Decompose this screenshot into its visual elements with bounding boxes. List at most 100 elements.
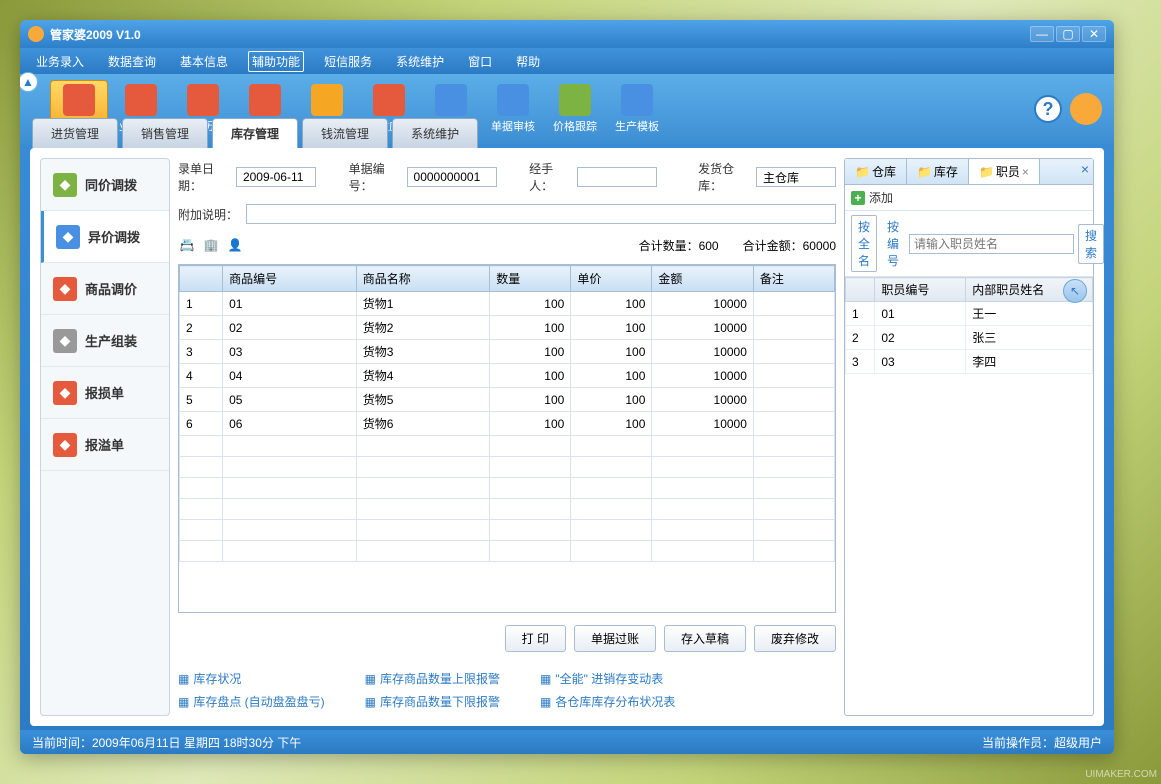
menu-item[interactable]: 系统维护 <box>392 51 448 72</box>
tool-icon <box>125 84 157 116</box>
panel-tab[interactable]: 📁库存 <box>907 159 969 184</box>
menu-item[interactable]: 辅助功能 <box>248 51 304 72</box>
link-item[interactable]: ▦ 库存盘点 (自动盘盈盘亏) <box>178 693 325 710</box>
post-button[interactable]: 单据过账 <box>574 625 656 652</box>
sidebar-icon: ◆ <box>53 381 77 405</box>
main-tab[interactable]: 系统维护 <box>392 118 478 148</box>
sidebar-item[interactable]: ◆异价调拨 <box>41 211 169 263</box>
date-input[interactable] <box>236 167 316 187</box>
employee-grid[interactable]: 职员编号内部职员姓名101王一202张三303李四 <box>845 277 1093 715</box>
right-panel: × 📁仓库📁库存📁职员 × + 添加 按全名 按编号 搜索 职员编号内部职员姓名… <box>844 158 1094 716</box>
link-item[interactable]: ▦ 库存商品数量上限报警 <box>365 670 500 687</box>
scroll-up-icon[interactable]: ↖ <box>1063 279 1087 303</box>
table-row[interactable] <box>180 436 835 457</box>
main-tab[interactable]: 钱流管理 <box>302 118 388 148</box>
warehouse-input[interactable] <box>756 167 836 187</box>
table-row[interactable] <box>180 520 835 541</box>
panel-tab[interactable]: 📁职员 × <box>969 159 1040 184</box>
handler-input[interactable] <box>577 167 657 187</box>
search-input[interactable] <box>909 234 1074 254</box>
main-tab[interactable]: 进货管理 <box>32 118 118 148</box>
list-icon: ▦ <box>178 695 189 709</box>
search-button[interactable]: 搜索 <box>1078 224 1104 264</box>
sidebar-label: 同价调拨 <box>85 175 137 194</box>
column-header[interactable] <box>846 278 875 302</box>
column-header[interactable]: 数量 <box>490 266 571 292</box>
plus-icon: + <box>851 191 865 205</box>
table-row[interactable]: 202货物210010010000 <box>180 316 835 340</box>
table-row[interactable]: 303货物310010010000 <box>180 340 835 364</box>
sidebar-item[interactable]: ◆同价调拨 <box>41 159 169 211</box>
main-tabs: 进货管理销售管理库存管理钱流管理系统维护 <box>20 118 1114 148</box>
table-row[interactable]: 303李四 <box>846 350 1093 374</box>
folder-icon: 📁 <box>917 165 932 179</box>
list-icon: ▦ <box>540 672 551 686</box>
column-header[interactable]: 商品名称 <box>356 266 490 292</box>
print-button[interactable]: 打 印 <box>505 625 566 652</box>
sidebar: ◆同价调拨◆异价调拨◆商品调价◆生产组装◆报损单◆报溢单 <box>40 158 170 716</box>
maximize-button[interactable]: ▢ <box>1056 26 1080 42</box>
close-button[interactable]: ✕ <box>1082 26 1106 42</box>
column-header[interactable]: 职员编号 <box>875 278 966 302</box>
main-tab[interactable]: 销售管理 <box>122 118 208 148</box>
table-row[interactable]: 404货物410010010000 <box>180 364 835 388</box>
doc-input[interactable] <box>407 167 497 187</box>
menu-item[interactable]: 基本信息 <box>176 51 232 72</box>
menu-item[interactable]: 帮助 <box>512 51 544 72</box>
link-item[interactable]: ▦ 库存商品数量下限报警 <box>365 693 500 710</box>
menu-item[interactable]: 短信服务 <box>320 51 376 72</box>
minimize-button[interactable]: — <box>1030 26 1054 42</box>
tool-icon <box>497 84 529 116</box>
table-row[interactable] <box>180 457 835 478</box>
sidebar-icon: ◆ <box>53 433 77 457</box>
column-header[interactable]: 商品编号 <box>223 266 357 292</box>
note-label: 附加说明： <box>178 206 238 223</box>
column-header[interactable]: 备注 <box>753 266 834 292</box>
discard-button[interactable]: 废弃修改 <box>754 625 836 652</box>
note-input[interactable] <box>246 204 836 224</box>
titlebar[interactable]: 管家婆2009 V1.0 — ▢ ✕ <box>20 20 1114 48</box>
tool-icon <box>311 84 343 116</box>
amt-label: 合计金额： <box>743 239 803 253</box>
grid-icon-1[interactable]: 📇 <box>178 236 196 254</box>
table-row[interactable] <box>180 541 835 562</box>
menu-item[interactable]: 业务录入 <box>32 51 88 72</box>
folder-icon: 📁 <box>855 165 870 179</box>
column-header[interactable]: 单价 <box>571 266 652 292</box>
add-button[interactable]: + 添加 <box>851 189 893 206</box>
sidebar-item[interactable]: ◆生产组装 <box>41 315 169 367</box>
sidebar-label: 报溢单 <box>85 435 124 454</box>
table-row[interactable]: 606货物610010010000 <box>180 412 835 436</box>
sidebar-item[interactable]: ◆商品调价 <box>41 263 169 315</box>
link-item[interactable]: ▦ "全能" 进销存变动表 <box>540 670 675 687</box>
menu-item[interactable]: 数据查询 <box>104 51 160 72</box>
grid-icon-2[interactable]: 🏢 <box>202 236 220 254</box>
filter-code-button[interactable]: 按编号 <box>881 216 905 271</box>
link-item[interactable]: ▦ 各仓库库存分布状况表 <box>540 693 675 710</box>
draft-button[interactable]: 存入草稿 <box>664 625 746 652</box>
main-tab[interactable]: 库存管理 <box>212 118 298 148</box>
panel-close-icon[interactable]: × <box>1081 161 1089 177</box>
data-grid[interactable]: 商品编号商品名称数量单价金额备注101货物110010010000202货物21… <box>178 264 836 613</box>
person-icon[interactable]: 👤 <box>226 236 244 254</box>
column-header[interactable]: 金额 <box>652 266 754 292</box>
table-row[interactable] <box>180 499 835 520</box>
table-row[interactable] <box>180 478 835 499</box>
table-row[interactable]: 202张三 <box>846 326 1093 350</box>
sidebar-label: 异价调拨 <box>88 227 140 246</box>
filter-all-button[interactable]: 按全名 <box>851 215 877 272</box>
sidebar-item[interactable]: ◆报损单 <box>41 367 169 419</box>
table-row[interactable]: 101货物110010010000 <box>180 292 835 316</box>
list-icon: ▦ <box>365 672 376 686</box>
table-row[interactable]: 101王一 <box>846 302 1093 326</box>
column-header[interactable] <box>180 266 223 292</box>
link-item[interactable]: ▦ 库存状况 <box>178 670 325 687</box>
qty-label: 合计数量： <box>639 239 699 253</box>
sidebar-item[interactable]: ◆ 报溢单 <box>41 419 169 471</box>
statusbar: 当前时间：2009年06月11日 星期四 18时30分 下午 当前操作员：超级用… <box>20 730 1114 754</box>
panel-tab[interactable]: 📁仓库 <box>845 159 907 184</box>
menu-item[interactable]: 窗口 <box>464 51 496 72</box>
table-row[interactable]: 505货物510010010000 <box>180 388 835 412</box>
qty-value: 600 <box>699 239 719 253</box>
collapse-toolbar-button[interactable]: ▲ <box>20 72 38 92</box>
